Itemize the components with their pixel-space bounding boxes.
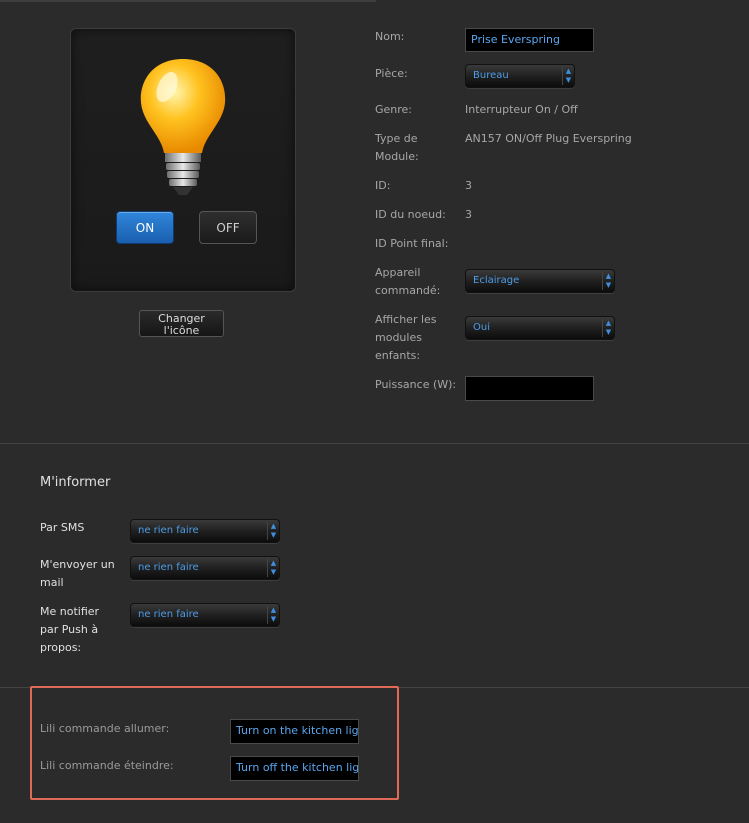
puissance-input[interactable] — [465, 376, 594, 401]
afficher-select[interactable]: Oui ▲ ▼ — [465, 316, 615, 340]
section-divider — [0, 443, 749, 444]
nom-label: Nom: — [375, 30, 405, 43]
type-value: AN157 ON/Off Plug Everspring — [465, 132, 632, 145]
light-bulb-icon — [140, 59, 226, 195]
sms-select[interactable]: ne rien faire ▲ ▼ — [130, 519, 280, 543]
afficher-label: Afficher les modules enfants: — [375, 313, 437, 362]
select-arrows-icon: ▲ ▼ — [562, 67, 574, 85]
appareil-select[interactable]: Eclairage ▲ ▼ — [465, 269, 615, 293]
afficher-select-value: Oui — [473, 322, 490, 333]
puissance-label: Puissance (W): — [375, 378, 457, 391]
nom-input[interactable]: Prise Everspring — [465, 28, 594, 52]
genre-label: Genre: — [375, 103, 413, 116]
type-label: Type de Module: — [375, 132, 419, 163]
lili-on-label: Lili commande allumer: — [40, 722, 170, 735]
lili-off-input[interactable]: Turn off the kitchen lig — [230, 756, 359, 781]
mail-select[interactable]: ne rien faire ▲ ▼ — [130, 556, 280, 580]
on-button[interactable]: ON — [116, 211, 174, 244]
noeud-label: ID du noeud: — [375, 208, 446, 221]
mail-label: M'envoyer un mail — [40, 558, 115, 589]
piece-select-value: Bureau — [473, 70, 509, 81]
lili-off-label: Lili commande éteindre: — [40, 759, 174, 772]
push-select[interactable]: ne rien faire ▲ ▼ — [130, 603, 280, 627]
piece-label: Pièce: — [375, 67, 408, 80]
point-final-label: ID Point final: — [375, 237, 449, 250]
mail-select-value: ne rien faire — [138, 562, 199, 573]
genre-value: Interrupteur On / Off — [465, 103, 578, 116]
device-icon-panel: ON OFF — [70, 28, 296, 292]
top-divider — [0, 0, 376, 2]
sms-label: Par SMS — [40, 521, 85, 534]
lili-on-input[interactable]: Turn on the kitchen lig — [230, 719, 359, 744]
select-arrows-icon: ▲ ▼ — [602, 319, 614, 337]
noeud-value: 3 — [465, 208, 472, 221]
off-button[interactable]: OFF — [199, 211, 257, 244]
select-arrows-icon: ▲ ▼ — [267, 522, 279, 540]
push-select-value: ne rien faire — [138, 609, 199, 620]
appareil-label: Appareil commandé: — [375, 266, 441, 297]
change-icon-button[interactable]: Changer l'icône — [139, 310, 224, 337]
inform-section-title: M'informer — [40, 475, 111, 490]
select-arrows-icon: ▲ ▼ — [267, 559, 279, 577]
sms-select-value: ne rien faire — [138, 525, 199, 536]
id-label: ID: — [375, 179, 391, 192]
select-arrows-icon: ▲ ▼ — [602, 272, 614, 290]
select-arrows-icon: ▲ ▼ — [267, 606, 279, 624]
id-value: 3 — [465, 179, 472, 192]
push-label: Me notifier par Push à propos: — [40, 605, 100, 654]
appareil-select-value: Eclairage — [473, 275, 520, 286]
piece-select[interactable]: Bureau ▲ ▼ — [465, 64, 575, 88]
